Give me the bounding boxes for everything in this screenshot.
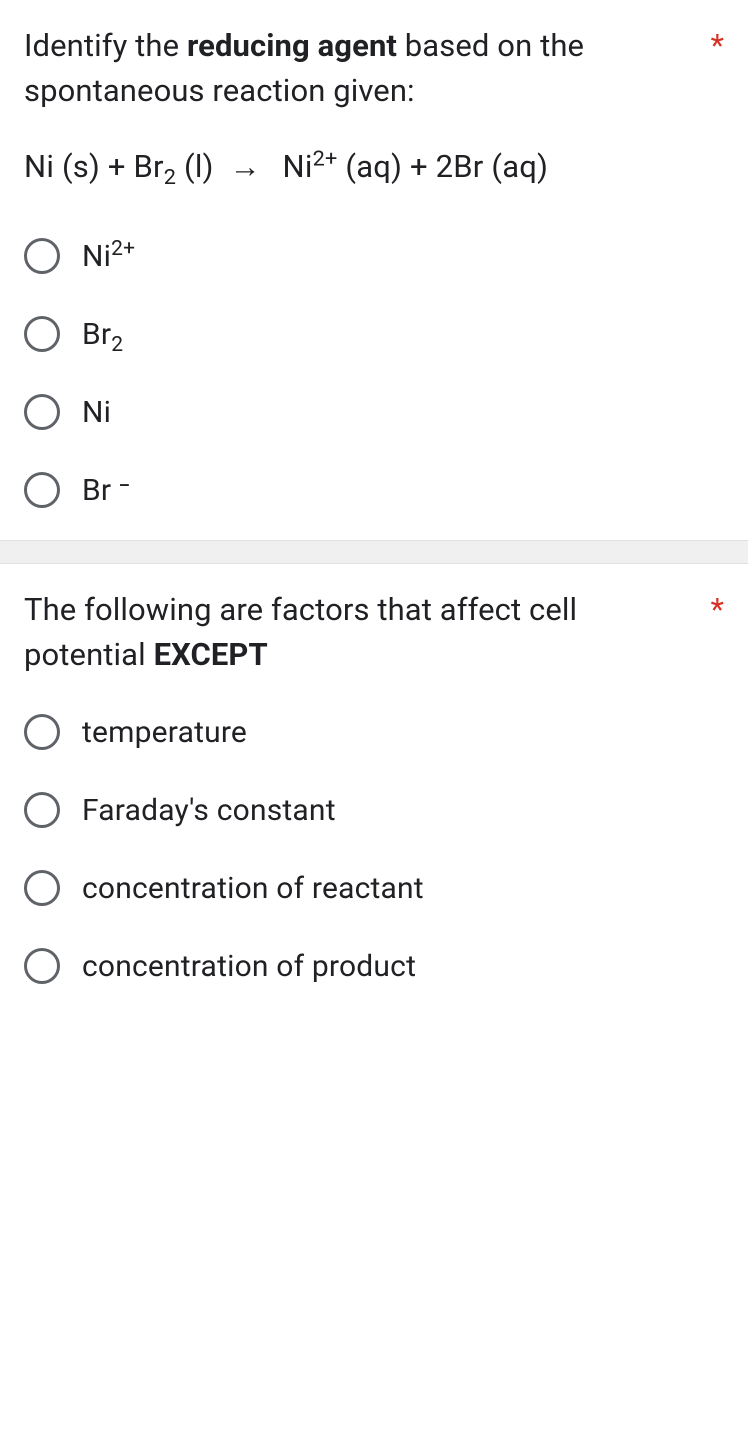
radio-option[interactable]: Ni2+ — [24, 238, 724, 274]
radio-option[interactable]: Faraday's constant — [24, 792, 724, 828]
required-marker: * — [711, 588, 724, 633]
option-label: Faraday's constant — [82, 793, 336, 828]
required-marker: * — [711, 24, 724, 69]
radio-option[interactable]: concentration of product — [24, 948, 724, 984]
radio-icon — [24, 714, 60, 750]
question-text: The following are factors that affect ce… — [24, 588, 703, 678]
arrow-icon: → — [221, 144, 268, 191]
option-label: concentration of reactant — [82, 871, 424, 906]
question-text: Identify the reducing agent based on the… — [24, 24, 703, 114]
radio-option[interactable]: Ni — [24, 394, 724, 430]
radio-icon — [24, 394, 60, 430]
option-label: Ni — [82, 395, 111, 430]
radio-option[interactable]: Br ⁻ — [24, 472, 724, 508]
radio-icon — [24, 870, 60, 906]
option-label: Br ⁻ — [82, 473, 130, 508]
question-text-bold: reducing agent — [187, 27, 397, 64]
question-text-part: The following are factors that affect ce… — [24, 591, 577, 673]
radio-option[interactable]: Br2 — [24, 316, 724, 352]
question-header: Identify the reducing agent based on the… — [24, 24, 724, 114]
section-divider — [0, 540, 748, 564]
option-label: concentration of product — [82, 949, 416, 984]
question-block-1: Identify the reducing agent based on the… — [0, 0, 748, 540]
options-list: Ni2+ Br2 Ni Br ⁻ — [24, 238, 724, 508]
question-header: The following are factors that affect ce… — [24, 588, 724, 678]
radio-option[interactable]: temperature — [24, 714, 724, 750]
options-list: temperature Faraday's constant concentra… — [24, 714, 724, 984]
radio-icon — [24, 472, 60, 508]
question-block-2: The following are factors that affect ce… — [0, 564, 748, 1016]
option-label: Ni2+ — [82, 239, 135, 274]
chemical-equation: Ni (s) + Br2 (l) → Ni2+ (aq) + 2Br (aq) — [24, 144, 724, 191]
radio-icon — [24, 238, 60, 274]
question-text-bold: EXCEPT — [154, 636, 268, 673]
option-label: temperature — [82, 715, 247, 750]
radio-icon — [24, 316, 60, 352]
radio-icon — [24, 792, 60, 828]
radio-icon — [24, 948, 60, 984]
question-text-part: Identify the — [24, 27, 187, 64]
radio-option[interactable]: concentration of reactant — [24, 870, 724, 906]
option-label: Br2 — [82, 317, 123, 352]
